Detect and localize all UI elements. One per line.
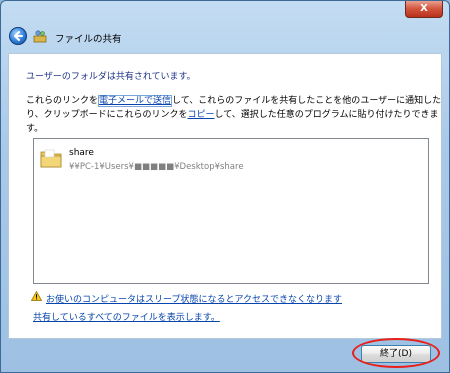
email-link[interactable]: 電子メールで送信 (98, 95, 173, 107)
close-button[interactable]: X (405, 1, 443, 18)
shared-items-list[interactable]: share ¥¥PC-1¥Users¥■■■■■¥Desktop¥share (33, 138, 429, 284)
sleep-warning-link[interactable]: お使いのコンピュータはスリープ状態になるとアクセスできなくなります (46, 292, 342, 305)
title-bar: X ファイルの共有 (1, 1, 449, 49)
back-button[interactable] (9, 27, 27, 45)
item-path: ¥¥PC-1¥Users¥■■■■■¥Desktop¥share (69, 162, 244, 172)
shared-status-heading: ユーザーのフォルダは共有されています。 (26, 72, 196, 82)
highlight-ring (352, 338, 440, 368)
show-all-shared-link[interactable]: 共有しているすべてのファイルを表示します。 (33, 310, 220, 323)
back-arrow-icon (14, 31, 23, 41)
window-title: ファイルの共有 (55, 34, 122, 45)
desc-text-1: これらのリンクを (26, 96, 99, 106)
share-description: これらのリンクを電子メールで送信して、これらのファイルを共有したことを他のユーザ… (26, 94, 444, 136)
share-users-icon (33, 30, 47, 43)
copy-link[interactable]: コピー (187, 110, 214, 120)
folder-icon (40, 149, 62, 168)
item-name: share (69, 148, 94, 158)
warning-icon (31, 291, 42, 301)
